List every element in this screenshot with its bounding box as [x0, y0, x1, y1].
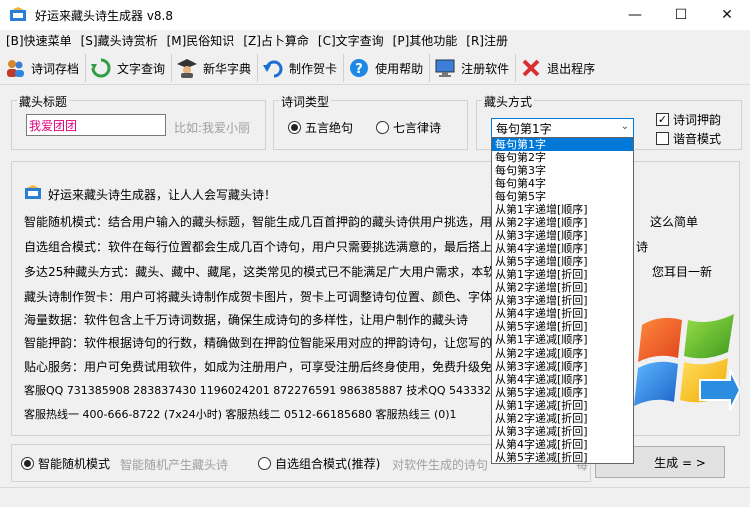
head-mode-option[interactable]: 从第2字递增[顺序] — [492, 216, 633, 229]
head-mode-option[interactable]: 从第1字递增[折回] — [492, 268, 633, 281]
archive-button[interactable]: 诗词存档 — [0, 54, 87, 82]
head-mode-combo[interactable]: 每句第1字 ⌄ — [491, 118, 634, 138]
toolbar: 诗词存档 文字查询 新华字典 制作贺卡 ? 使用帮助 注册软件 退出程序 — [0, 52, 750, 85]
window-title: 好运来藏头诗生成器 v8.8 — [35, 8, 174, 23]
head-mode-option[interactable]: 从第2字递减[折回] — [492, 412, 633, 425]
info-line-combine: 自选组合模式：软件在每行位置都会生成几百个诗句，用户只需要挑选满意的，最后搭上 — [24, 240, 493, 254]
app-logo-icon — [10, 7, 26, 21]
status-bar — [0, 487, 750, 507]
close-x-icon — [522, 59, 540, 77]
exit-button[interactable]: 退出程序 — [516, 54, 601, 82]
info-line-card: 藏头诗制作贺卡：用户可将藏头诗制作成贺卡图片，贺卡上可调整诗句位置、颜色、字体 — [24, 290, 493, 304]
info-line-service: 贴心服务：用户可免费试用软件，如成为注册用户，可享受注册后终身使用，免费升级免 — [24, 360, 493, 374]
five-char-radio[interactable]: 五言绝句 — [288, 119, 353, 136]
menu-divination[interactable]: [Z]占卜算命 — [243, 32, 309, 49]
head-mode-dropdown[interactable]: 每句第1字 每句第2字 每句第3字 每句第4字 每句第5字 从第1字递增[顺序] 从第2字递… — [491, 137, 634, 464]
rhyme-checkbox[interactable]: ✓ 诗词押韵 — [656, 111, 721, 128]
title-group-label: 藏头标题 — [17, 93, 70, 110]
undo-arrow-icon — [263, 60, 283, 78]
head-mode-option[interactable]: 每句第2字 — [492, 151, 633, 164]
custom-combo-radio[interactable]: 自选组合模式(推荐) — [258, 455, 380, 472]
head-mode-option[interactable]: 从第2字递减[顺序] — [492, 347, 633, 360]
head-mode-option[interactable]: 从第4字递减[折回] — [492, 438, 633, 451]
head-mode-option[interactable]: 从第4字递增[顺序] — [492, 242, 633, 255]
info-line-qq: 客服QQ 731385908 283837430 1196024201 8722… — [24, 384, 506, 397]
head-mode-option[interactable]: 每句第1字 — [492, 138, 633, 152]
menu-text-query[interactable]: [C]文字查询 — [318, 32, 384, 49]
help-icon: ? — [350, 59, 369, 77]
title-hint: 比如:我爱小丽 — [174, 121, 251, 135]
menu-appreciation[interactable]: [S]藏头诗赏析 — [81, 32, 158, 49]
title-bar: 好运来藏头诗生成器 v8.8 — ☐ ✕ — [0, 0, 750, 30]
info-overflow-2: 诗 — [636, 240, 649, 254]
head-mode-label: 藏头方式 — [482, 93, 535, 110]
menu-bar: [B]快速菜单 [S]藏头诗赏析 [M]民俗知识 [Z]占卜算命 [C]文字查询… — [0, 30, 750, 51]
head-mode-option[interactable]: 每句第3字 — [492, 164, 633, 177]
app-logo-icon — [25, 185, 41, 199]
poem-type-label: 诗词类型 — [279, 93, 332, 110]
info-line-25-modes: 多达25种藏头方式：藏头、藏中、藏尾，这类常见的模式已不能满足广大用户需求，本软 — [24, 265, 496, 279]
head-mode-option[interactable]: 从第1字递减[折回] — [492, 399, 633, 412]
head-mode-option[interactable]: 每句第5字 — [492, 190, 633, 203]
maximize-button[interactable]: ☐ — [658, 0, 704, 30]
head-mode-option[interactable]: 从第1字递减[顺序] — [492, 333, 633, 346]
info-line-rhyme: 智能押韵：软件根据诗句的行数，精确做到在押韵位智能采用对应的押韵诗句，让您写的 — [24, 336, 493, 350]
smart-random-radio[interactable]: 智能随机模式 — [21, 455, 110, 472]
radio-dot — [21, 457, 34, 470]
head-mode-option[interactable]: 从第5字递增[折回] — [492, 320, 633, 333]
monitor-icon — [435, 59, 455, 77]
info-overflow-1: 这么简单 — [650, 215, 699, 229]
info-headline: 好运来藏头诗生成器，让人人会写藏头诗！ — [48, 188, 277, 202]
info-overflow-3: 您耳目一新 — [652, 265, 713, 279]
refresh-icon — [91, 58, 111, 78]
head-mode-option[interactable]: 从第5字递增[顺序] — [492, 255, 633, 268]
info-line-hotline: 客服热线一 400-666-8722 (7x24小时) 客服热线二 0512-6… — [24, 408, 457, 421]
title-input[interactable]: 我爱团团 — [26, 114, 166, 136]
smart-random-hint: 智能随机产生藏头诗 — [120, 458, 229, 472]
minimize-button[interactable]: — — [612, 0, 658, 30]
head-mode-option[interactable]: 从第3字递减[顺序] — [492, 360, 633, 373]
menu-quick[interactable]: [B]快速菜单 — [6, 32, 72, 49]
head-mode-option[interactable]: 从第3字递增[顺序] — [492, 229, 633, 242]
head-mode-option[interactable]: 每句第4字 — [492, 177, 633, 190]
homophone-checkbox[interactable]: 谐音模式 — [656, 130, 721, 147]
info-line-random: 智能随机模式：结合用户输入的藏头标题，智能生成几百首押韵的藏头诗供用户挑选，用 — [24, 215, 493, 229]
head-mode-option[interactable]: 从第4字递增[折回] — [492, 307, 633, 320]
radio-dot — [258, 457, 271, 470]
custom-combo-hint: 对软件生成的诗句 — [392, 458, 489, 472]
checkmark-icon: ✓ — [656, 113, 669, 126]
make-card-button[interactable]: 制作贺卡 — [258, 54, 345, 82]
menu-folk-knowledge[interactable]: [M]民俗知识 — [167, 32, 235, 49]
radio-dot — [288, 121, 301, 134]
head-mode-option[interactable]: 从第3字递减[折回] — [492, 425, 633, 438]
windows-logo-image — [634, 314, 740, 411]
info-line-data: 海量数据：软件包含上千万诗词数据，确保生成诗句的多样性，让用户制作的藏头诗 — [24, 313, 469, 327]
head-mode-option[interactable]: 从第5字递减[顺序] — [492, 386, 633, 399]
seven-char-radio[interactable]: 七言律诗 — [376, 119, 441, 136]
head-mode-option[interactable]: 从第2字递增[折回] — [492, 281, 633, 294]
checkbox-empty-icon — [656, 132, 669, 145]
menu-other[interactable]: [P]其他功能 — [393, 32, 458, 49]
graduate-icon — [177, 59, 198, 78]
chevron-down-icon: ⌄ — [620, 121, 629, 132]
help-button[interactable]: ? 使用帮助 — [344, 54, 431, 82]
svg-text:?: ? — [355, 62, 363, 77]
head-mode-option[interactable]: 从第1字递增[顺序] — [492, 203, 633, 216]
people-icon — [7, 60, 24, 77]
head-mode-option[interactable]: 从第5字递减[折回] — [492, 451, 633, 463]
head-mode-option[interactable]: 从第3字递增[折回] — [492, 294, 633, 307]
register-software-button[interactable]: 注册软件 — [430, 54, 517, 82]
menu-register[interactable]: [R]注册 — [466, 32, 508, 49]
text-query-button[interactable]: 文字查询 — [86, 54, 173, 82]
head-mode-option[interactable]: 从第4字递减[顺序] — [492, 373, 633, 386]
radio-dot — [376, 121, 389, 134]
close-button[interactable]: ✕ — [704, 0, 750, 30]
dictionary-button[interactable]: 新华字典 — [172, 54, 259, 82]
